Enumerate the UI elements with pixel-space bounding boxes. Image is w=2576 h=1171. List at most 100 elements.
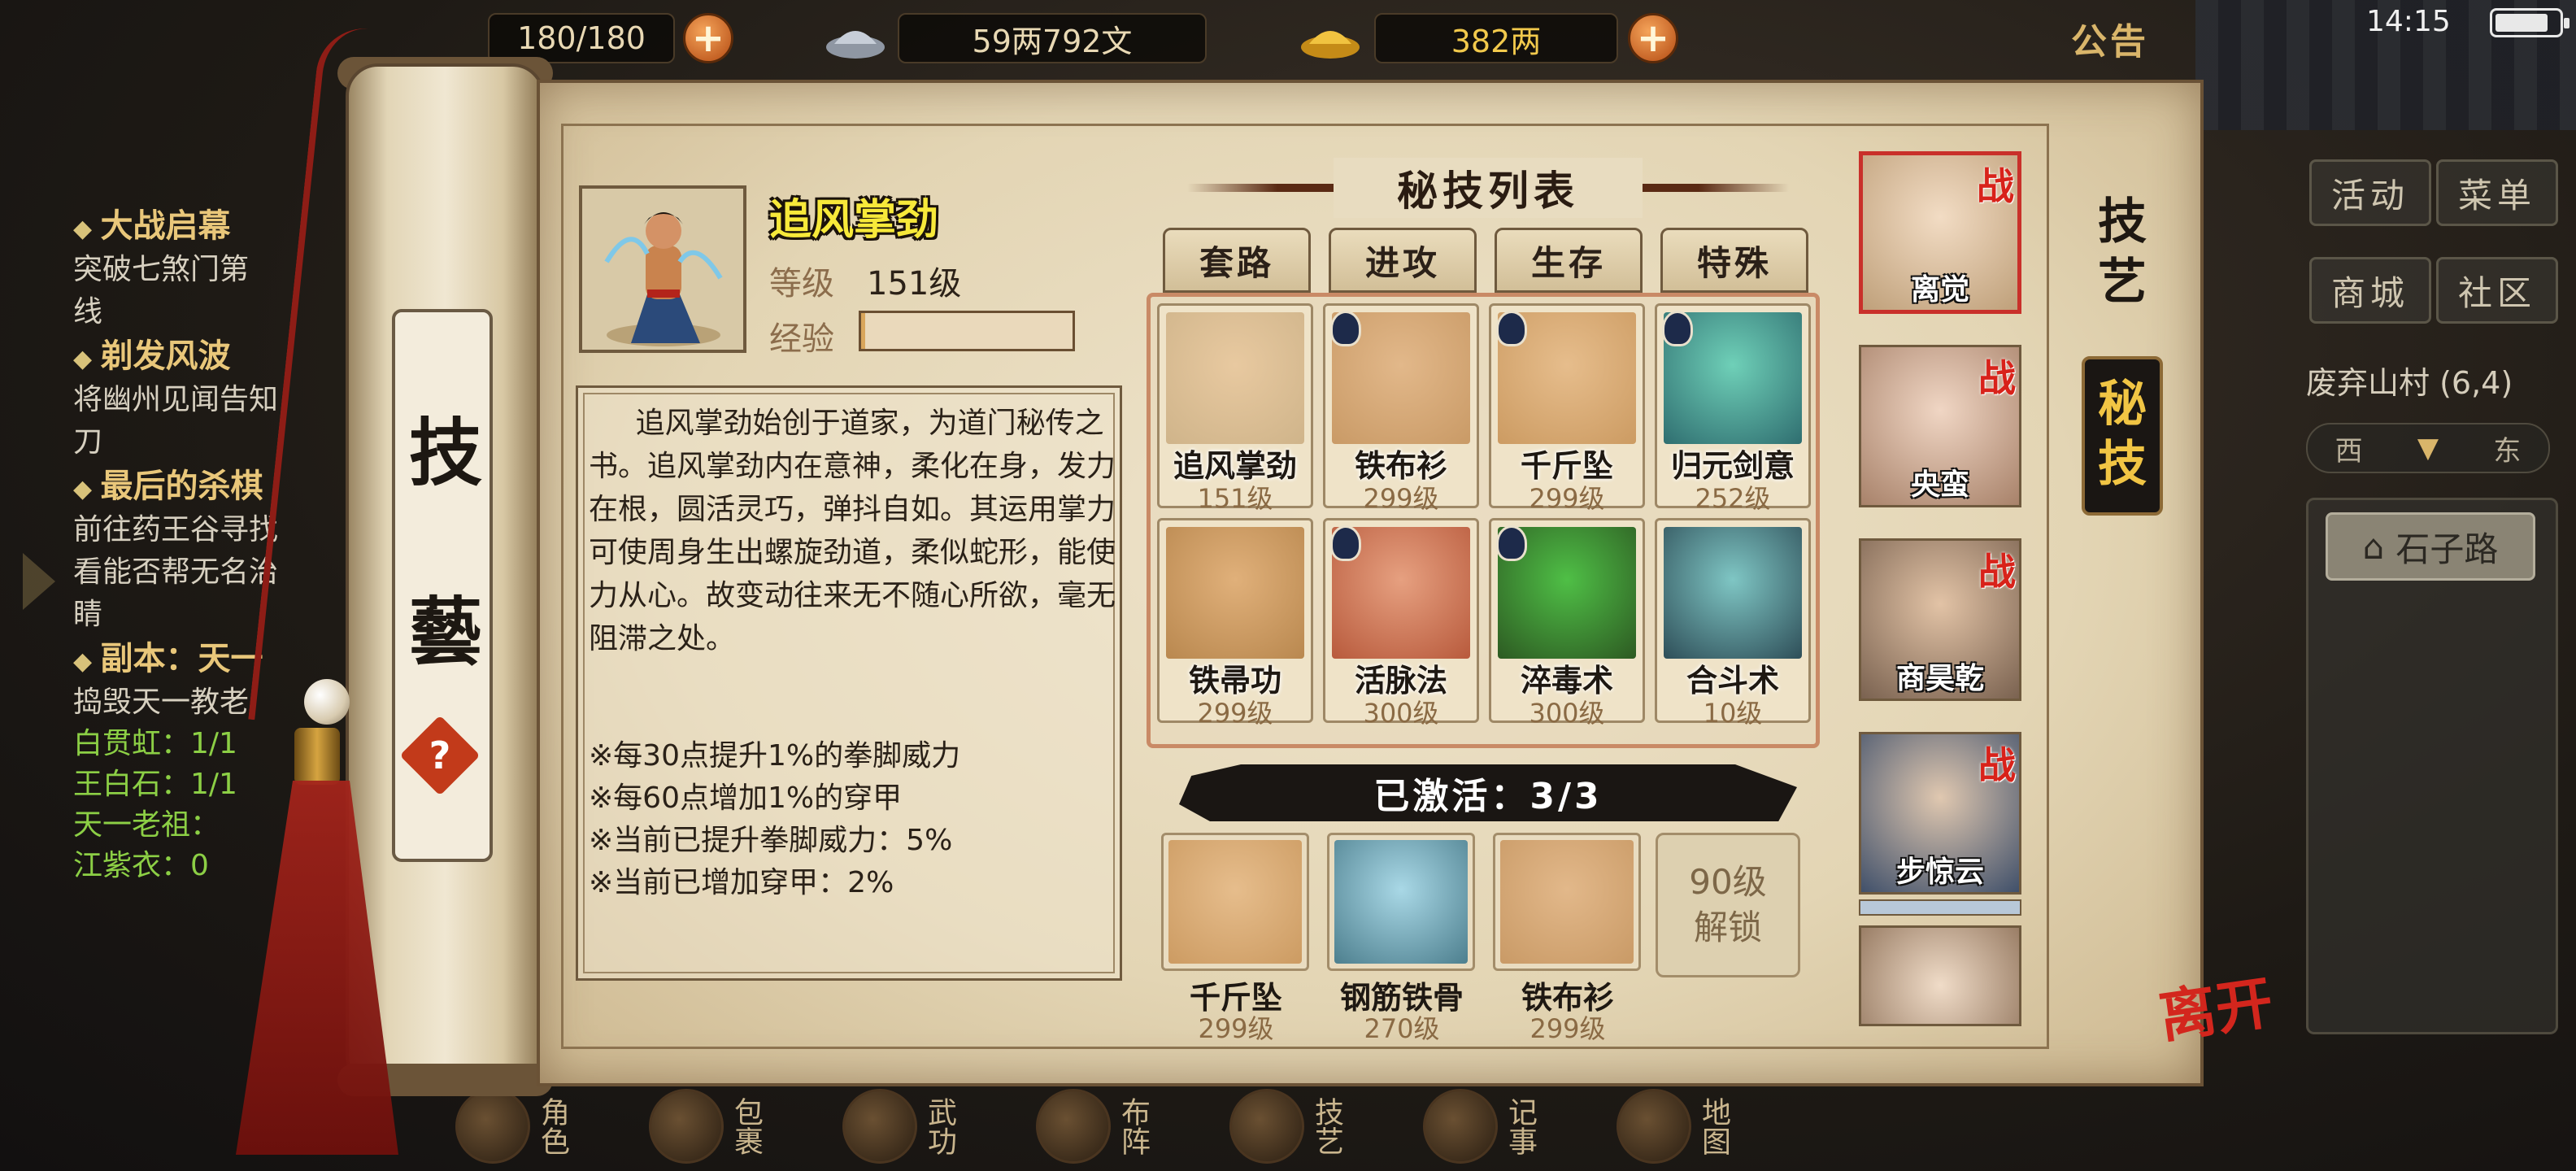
- selected-skill-name: 追风掌劲: [769, 196, 939, 245]
- house-icon: ⌂: [2362, 526, 2385, 567]
- exp-label: 经验: [769, 320, 834, 358]
- level-value: 151级: [867, 265, 962, 303]
- tab-craft-label: 技艺: [2098, 194, 2147, 311]
- palm-strike-icon: [1166, 312, 1304, 444]
- bag-icon: [649, 1089, 724, 1164]
- character-card[interactable]: 战 商昊乾: [1859, 538, 2021, 701]
- equipped-level: 299级: [1198, 1013, 1274, 1044]
- quest-title[interactable]: 副本：天一: [73, 636, 366, 681]
- skill-card[interactable]: 铁帚功 299级: [1157, 518, 1313, 729]
- character-card[interactable]: [1859, 925, 2021, 1026]
- character-card[interactable]: 战 步惊云: [1859, 732, 2021, 895]
- disciple-badge-icon: [1496, 525, 1527, 561]
- nav-label: 角色: [536, 1097, 569, 1156]
- martial-artist-icon: [604, 212, 723, 346]
- tab-routine[interactable]: 套路: [1163, 228, 1311, 293]
- tab-special[interactable]: 特殊: [1660, 228, 1808, 293]
- character-card[interactable]: 战 央蛮: [1859, 345, 2021, 507]
- nav-label: 记事: [1503, 1097, 1537, 1156]
- road-label: 石子路: [2395, 529, 2499, 569]
- battle-tag: 战: [1977, 164, 2014, 208]
- effect-line: ※当前已提升拳脚威力：5%: [589, 824, 953, 857]
- direction-west[interactable]: 西: [2335, 429, 2363, 468]
- skill-card[interactable]: 追风掌劲 151级: [1157, 303, 1313, 514]
- equipped-slot[interactable]: [1161, 833, 1309, 971]
- steel-bones-icon: [1334, 840, 1468, 964]
- nav-map[interactable]: 地图: [1617, 1082, 1779, 1171]
- teapot-icon: [1229, 1089, 1304, 1164]
- shop-button[interactable]: 商城: [2309, 257, 2431, 324]
- gold-ingot-icon: [1301, 31, 1360, 59]
- skill-effects: ※每30点提升1%的拳脚威力 ※每60点增加1%的穿甲 ※当前已提升拳脚威力：5…: [589, 735, 1116, 904]
- locked-text: 解锁: [1693, 908, 1762, 947]
- add-stamina-button[interactable]: +: [683, 13, 733, 63]
- skill-card[interactable]: 铁布衫 299级: [1323, 303, 1479, 514]
- quest-desc: 睛: [73, 598, 103, 631]
- battle-tag: 战: [1978, 550, 2016, 594]
- notice-button[interactable]: 公告: [2065, 11, 2155, 65]
- direction-bar[interactable]: 西 ▼ 东: [2306, 423, 2550, 473]
- skill-grid: 追风掌劲 151级 铁布衫 299级 千斤坠 299级 归元剑意 252级 铁帚…: [1147, 293, 1820, 748]
- direction-east[interactable]: 东: [2493, 429, 2521, 468]
- map-icon: [1617, 1089, 1691, 1164]
- battle-tag: 战: [1978, 743, 2016, 787]
- quest-desc: 看能否帮无名治: [73, 555, 279, 589]
- exp-fill: [861, 313, 866, 349]
- activity-button[interactable]: 活动: [2309, 159, 2431, 226]
- clock: 14:15: [2366, 5, 2451, 38]
- effect-line: ※每30点提升1%的拳脚威力: [589, 739, 961, 773]
- nav-skill[interactable]: 技艺: [1229, 1082, 1392, 1171]
- disciple-badge-icon: [1330, 311, 1361, 346]
- nav-formation[interactable]: 布阵: [1036, 1082, 1199, 1171]
- selected-skill-portrait: [579, 185, 746, 353]
- nav-bag[interactable]: 包裹: [649, 1082, 812, 1171]
- tab-secret-skill[interactable]: 秘技: [2082, 356, 2163, 516]
- character-progress-bar: [1859, 899, 2021, 916]
- direction-marker-icon: ▼: [2417, 432, 2439, 464]
- skill-card[interactable]: 合斗术 10级: [1655, 518, 1811, 729]
- locked-slot: 90级 解锁: [1656, 833, 1800, 977]
- leave-button[interactable]: 离开: [2155, 969, 2292, 1098]
- iron-broom-icon: [1166, 527, 1304, 659]
- role-icon: [455, 1089, 530, 1164]
- character-card[interactable]: 战 离觉: [1859, 151, 2021, 314]
- combat-art-icon: [1664, 527, 1802, 659]
- equipped-level: 299级: [1530, 1013, 1606, 1044]
- tassel-bead: [304, 679, 350, 725]
- locked-level: 90级: [1689, 862, 1767, 902]
- activated-counter: 已激活：3/3: [1179, 764, 1797, 821]
- bagua-icon: [1036, 1089, 1111, 1164]
- location-label: 废弃山村 (6,4): [2306, 365, 2513, 401]
- road-button[interactable]: ⌂ 石子路: [2326, 512, 2535, 581]
- disciple-badge-icon: [1496, 311, 1527, 346]
- character-name: 商昊乾: [1895, 662, 1984, 695]
- skill-card[interactable]: 淬毒术 300级: [1489, 518, 1645, 729]
- help-question-mark[interactable]: ?: [411, 727, 468, 784]
- nav-label: 包裹: [729, 1097, 763, 1156]
- character-name: 央蛮: [1910, 468, 1969, 502]
- character-name: 离觉: [1910, 273, 1969, 307]
- battle-tag: 战: [1978, 356, 2016, 400]
- nav-journal[interactable]: 记事: [1423, 1082, 1586, 1171]
- book-icon: [842, 1089, 917, 1164]
- skill-card-level: 299级: [1197, 698, 1273, 729]
- skill-list-title: 秘技列表: [1334, 158, 1643, 218]
- quest-desc: 前往药王谷寻找: [73, 513, 279, 546]
- nav-martial[interactable]: 武功: [842, 1082, 1005, 1171]
- equipped-slot[interactable]: [1327, 833, 1475, 971]
- menu-button[interactable]: 菜单: [2436, 159, 2558, 226]
- skill-card[interactable]: 归元剑意 252级: [1655, 303, 1811, 514]
- add-gold-button[interactable]: +: [1628, 13, 1678, 63]
- tab-craft[interactable]: 技艺: [2082, 192, 2163, 312]
- gold-display: 382两: [1374, 13, 1618, 63]
- community-button[interactable]: 社区: [2436, 257, 2558, 324]
- skill-card[interactable]: 千斤坠 299级: [1489, 303, 1645, 514]
- scroll-title-char: 技: [409, 410, 482, 496]
- tab-survival[interactable]: 生存: [1495, 228, 1643, 293]
- nav-label: 地图: [1697, 1097, 1730, 1156]
- equipped-slot[interactable]: [1493, 833, 1641, 971]
- skill-card[interactable]: 活脉法 300级: [1323, 518, 1479, 729]
- scroll-title-char: 藝: [409, 589, 482, 675]
- tab-attack[interactable]: 进攻: [1329, 228, 1477, 293]
- nav-label: 武功: [923, 1097, 956, 1156]
